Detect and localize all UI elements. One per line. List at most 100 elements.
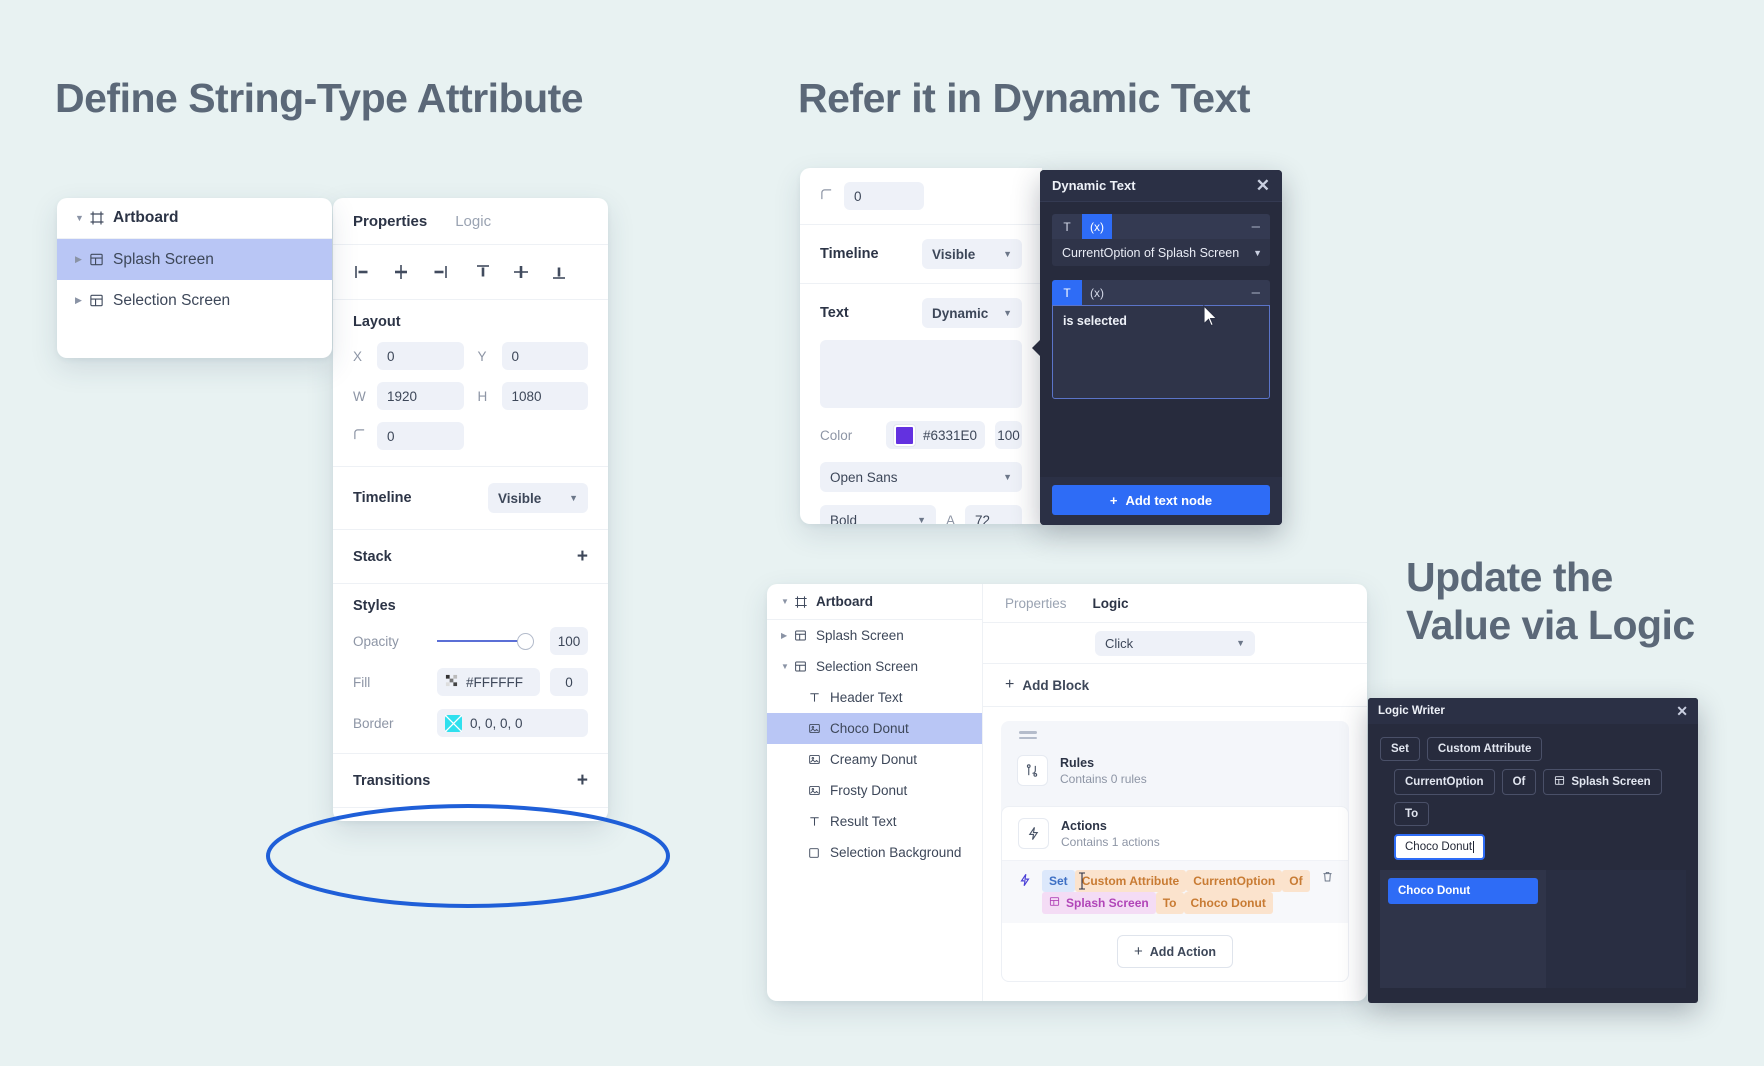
token-to[interactable]: To (1394, 802, 1430, 826)
color-alpha[interactable]: 100 (995, 421, 1022, 449)
delete-action-icon[interactable] (1321, 870, 1334, 886)
close-icon[interactable]: ✕ (1256, 177, 1270, 194)
chevron-down-icon[interactable] (781, 662, 794, 671)
layer-row-selection-screen[interactable]: Selection Screen (57, 280, 332, 321)
align-right-icon[interactable] (429, 262, 449, 282)
expression-mode-button[interactable]: (x) (1082, 214, 1112, 239)
h-label: H (477, 388, 488, 404)
text-mode-value: Dynamic (932, 305, 989, 321)
chevron-right-icon[interactable] (75, 295, 89, 306)
token-of[interactable]: Of (1501, 769, 1537, 795)
plus-icon: + (1134, 943, 1143, 960)
value-input[interactable]: Choco Donut (1394, 834, 1486, 860)
add-block-button[interactable]: + Add Block (983, 664, 1367, 707)
align-bottom-icon[interactable] (549, 262, 569, 282)
frame-icon (794, 629, 816, 642)
opacity-value[interactable]: 100 (550, 627, 588, 655)
font-size-input[interactable]: 72 (965, 505, 1022, 524)
align-top-icon[interactable] (473, 262, 493, 282)
text-color-input[interactable]: #6331E0 (886, 421, 986, 449)
layer-row-artboard[interactable]: Artboard (57, 198, 332, 239)
text-mode-button[interactable]: T (1052, 280, 1082, 305)
layer-row-result-text[interactable]: Result Text (767, 806, 982, 837)
add-stack-button[interactable]: + (577, 547, 588, 566)
drag-handle[interactable] (1019, 731, 1037, 739)
section-stack: Stack + (333, 530, 608, 584)
text-content-textarea[interactable] (820, 340, 1022, 408)
h-input[interactable]: 1080 (501, 382, 588, 410)
font-weight-select[interactable]: Bold ▼ (820, 505, 936, 524)
attribute-select[interactable]: CurrentOption of Splash Screen ▼ (1052, 239, 1270, 266)
layer-row-header-text[interactable]: Header Text (767, 682, 982, 713)
collapse-node-button[interactable]: – (1252, 284, 1270, 301)
layer-row-creamy-donut[interactable]: Creamy Donut (767, 744, 982, 775)
tab-logic[interactable]: Logic (455, 213, 491, 230)
token-custom-attribute[interactable]: Custom Attribute (1426, 737, 1543, 761)
fill-alpha[interactable]: 0 (550, 668, 588, 696)
chevron-down-icon[interactable] (781, 597, 794, 606)
event-select[interactable]: Click ▼ (1095, 630, 1255, 656)
chevron-down-icon: ▼ (1003, 308, 1012, 318)
add-text-node-button[interactable]: + Add text node (1052, 485, 1270, 515)
tab-logic[interactable]: Logic (1093, 596, 1129, 611)
close-icon[interactable]: ✕ (1676, 703, 1688, 720)
corner-radius-input[interactable]: 0 (844, 182, 924, 210)
corner-radius-input[interactable]: 0 (377, 422, 464, 450)
heading-update-via-logic: Update the Value via Logic (1406, 554, 1695, 649)
add-transition-button[interactable]: + (577, 771, 588, 790)
fill-color-input[interactable]: #FFFFFF (437, 668, 540, 696)
chevron-down-icon[interactable] (75, 213, 89, 223)
layer-row-splash-screen[interactable]: Splash Screen (57, 239, 332, 280)
layer-label: Header Text (830, 690, 903, 705)
chevron-down-icon: ▼ (1003, 472, 1012, 482)
align-left-icon[interactable] (353, 262, 373, 282)
token-splash-screen[interactable]: Splash Screen (1543, 769, 1662, 795)
align-center-horizontal-icon[interactable] (391, 262, 411, 282)
frame-icon (89, 293, 113, 308)
chevron-right-icon[interactable] (75, 254, 89, 265)
action-item-row[interactable]: Set Custom Attribute CurrentOption Of Sp… (1002, 860, 1348, 923)
layer-row-choco-donut[interactable]: Choco Donut (767, 713, 982, 744)
chevron-right-icon[interactable] (781, 631, 794, 640)
add-block-label: Add Block (1022, 677, 1090, 693)
layer-row-artboard[interactable]: Artboard (767, 584, 982, 620)
token-set[interactable]: Set (1380, 737, 1420, 761)
timeline-select[interactable]: Visible ▼ (488, 483, 588, 513)
x-input[interactable]: 0 (377, 342, 464, 370)
static-text-textarea[interactable]: is selected (1052, 305, 1270, 399)
layer-row-frosty-donut[interactable]: Frosty Donut (767, 775, 982, 806)
add-action-button[interactable]: + Add Action (1117, 935, 1233, 968)
layer-row-selection-background[interactable]: Selection Background (767, 837, 982, 868)
font-family-select[interactable]: Open Sans ▼ (820, 462, 1022, 492)
align-middle-icon[interactable] (511, 262, 531, 282)
color-swatch[interactable] (893, 423, 916, 447)
token-current-option[interactable]: CurrentOption (1394, 769, 1495, 795)
border-color-swatch[interactable] (445, 714, 462, 732)
collapse-node-button[interactable]: – (1252, 218, 1270, 235)
fill-row: Fill #FFFFFF 0 (353, 668, 588, 696)
layer-row-selection-screen[interactable]: Selection Screen (767, 651, 982, 682)
timeline-select[interactable]: Visible ▼ (922, 239, 1022, 269)
expression-mode-button[interactable]: (x) (1082, 280, 1112, 305)
artboard-icon (89, 210, 113, 226)
layer-row-splash-screen[interactable]: Splash Screen (767, 620, 982, 651)
mouse-cursor-icon (1203, 305, 1218, 327)
y-input[interactable]: 0 (501, 342, 588, 370)
actions-header[interactable]: Actions Contains 1 actions (1002, 807, 1348, 860)
suggestion-item[interactable]: Choco Donut (1388, 878, 1538, 904)
w-input[interactable]: 1920 (377, 382, 464, 410)
text-mode-button[interactable]: T (1052, 214, 1082, 239)
text-properties-panel: 0 Timeline Visible ▼ Text Dynamic ▼ Colo… (800, 168, 1042, 524)
timeline-title: Timeline (353, 490, 412, 506)
text-mode-select[interactable]: Dynamic ▼ (922, 298, 1022, 328)
layer-label: Creamy Donut (830, 752, 918, 767)
tab-properties[interactable]: Properties (1005, 596, 1067, 611)
opacity-slider[interactable] (437, 632, 540, 650)
actions-card: Actions Contains 1 actions Set Custom At… (1001, 806, 1349, 982)
tp-timeline-row: Timeline Visible ▼ (820, 239, 1022, 269)
border-input[interactable]: 0, 0, 0, 0 (437, 709, 588, 737)
slider-knob[interactable] (517, 633, 534, 650)
section-styles: Styles Opacity 100 Fill #FFFFFF 0 Border… (333, 584, 608, 754)
tab-properties[interactable]: Properties (353, 213, 427, 230)
rules-card[interactable]: Rules Contains 0 rules (1001, 745, 1349, 796)
